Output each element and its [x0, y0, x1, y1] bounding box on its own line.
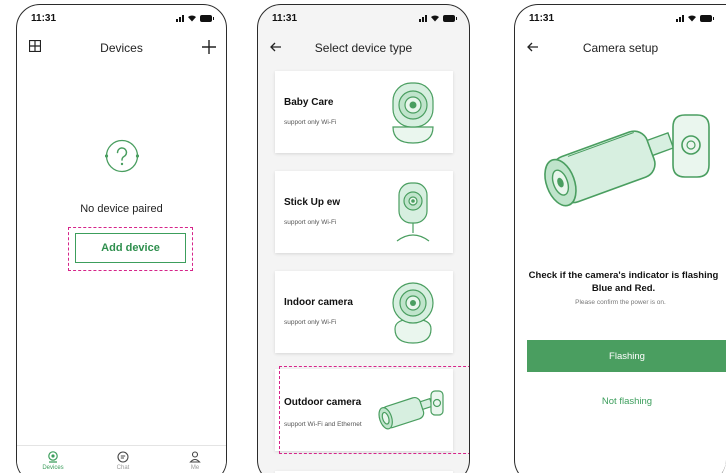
battery-icon: [443, 14, 457, 22]
signal-icon: [176, 14, 184, 22]
card-title: Stick Up ew: [284, 197, 341, 208]
status-bar: 11:31: [529, 13, 714, 27]
signal-icon: [676, 14, 684, 22]
question-mark-icon: [105, 139, 139, 173]
stick-up-camera-icon: [396, 182, 430, 242]
wifi-icon: [688, 15, 696, 22]
wifi-icon: [431, 15, 439, 22]
wifi-icon: [188, 15, 196, 22]
empty-state-text: No device paired: [80, 203, 163, 215]
status-icons: [676, 14, 714, 22]
instruction-subtitle: Please confirm the power is on.: [575, 299, 666, 306]
page-title: Camera setup: [582, 41, 659, 55]
tab-chat[interactable]: Chat: [103, 451, 143, 471]
device-card-indoor-camera[interactable]: Indoor camera support only Wi-Fi: [275, 271, 453, 353]
tab-me[interactable]: Me: [175, 451, 215, 471]
select-device-screen: 11:31 Select device type Baby Care suppo…: [257, 4, 470, 473]
navbar: Devices: [17, 33, 226, 65]
status-bar: 11:31: [272, 13, 457, 27]
tab-devices[interactable]: Devices: [33, 451, 73, 471]
user-icon: [189, 451, 201, 463]
camera-setup-screen: 11:31 Camera setup Check if the camera's…: [514, 4, 726, 473]
status-icons: [419, 14, 457, 22]
tab-bar: Devices Chat Me: [17, 445, 226, 473]
camera-icon: [48, 451, 58, 463]
battery-icon: [700, 14, 714, 22]
not-flashing-button[interactable]: Not flashing: [527, 390, 726, 412]
device-card-stick-up[interactable]: Stick Up ew support only Wi-Fi: [275, 171, 453, 253]
devices-screen: 11:31 Devices No device paired Add devic…: [16, 4, 227, 473]
baby-care-camera-icon: [392, 82, 434, 144]
outdoor-camera-icon: [544, 114, 710, 207]
status-time: 11:31: [31, 13, 57, 24]
navbar: Camera setup: [515, 33, 726, 65]
navbar: Select device type: [258, 33, 469, 65]
page-title: Devices: [100, 41, 143, 55]
status-icons: [176, 14, 214, 22]
status-time: 11:31: [529, 13, 555, 24]
tab-label: Me: [190, 465, 200, 471]
indoor-camera-icon: [392, 282, 434, 344]
status-time: 11:31: [272, 13, 298, 24]
instruction-title: Check if the camera's indicator is flash…: [528, 270, 719, 294]
battery-icon: [200, 14, 214, 22]
card-title: Indoor camera: [284, 297, 353, 308]
tab-label: Devices: [42, 465, 64, 471]
page-title: Select device type: [314, 41, 413, 55]
signal-icon: [419, 14, 427, 22]
card-title: Baby Care: [284, 97, 334, 108]
card-subtitle: support only Wi-Fi: [284, 319, 337, 326]
card-subtitle: support only Wi-Fi: [284, 119, 337, 126]
flashing-button[interactable]: Flashing: [527, 340, 726, 372]
device-card-baby-care[interactable]: Baby Care support only Wi-Fi: [275, 71, 453, 153]
card-subtitle: support only Wi-Fi: [284, 219, 337, 226]
status-bar: 11:31: [31, 13, 214, 27]
highlight-box: [279, 366, 469, 454]
add-device-button[interactable]: Add device: [75, 233, 186, 263]
plus-icon[interactable]: [202, 34, 216, 59]
tab-label: Chat: [116, 465, 130, 471]
chat-icon: [117, 451, 129, 463]
